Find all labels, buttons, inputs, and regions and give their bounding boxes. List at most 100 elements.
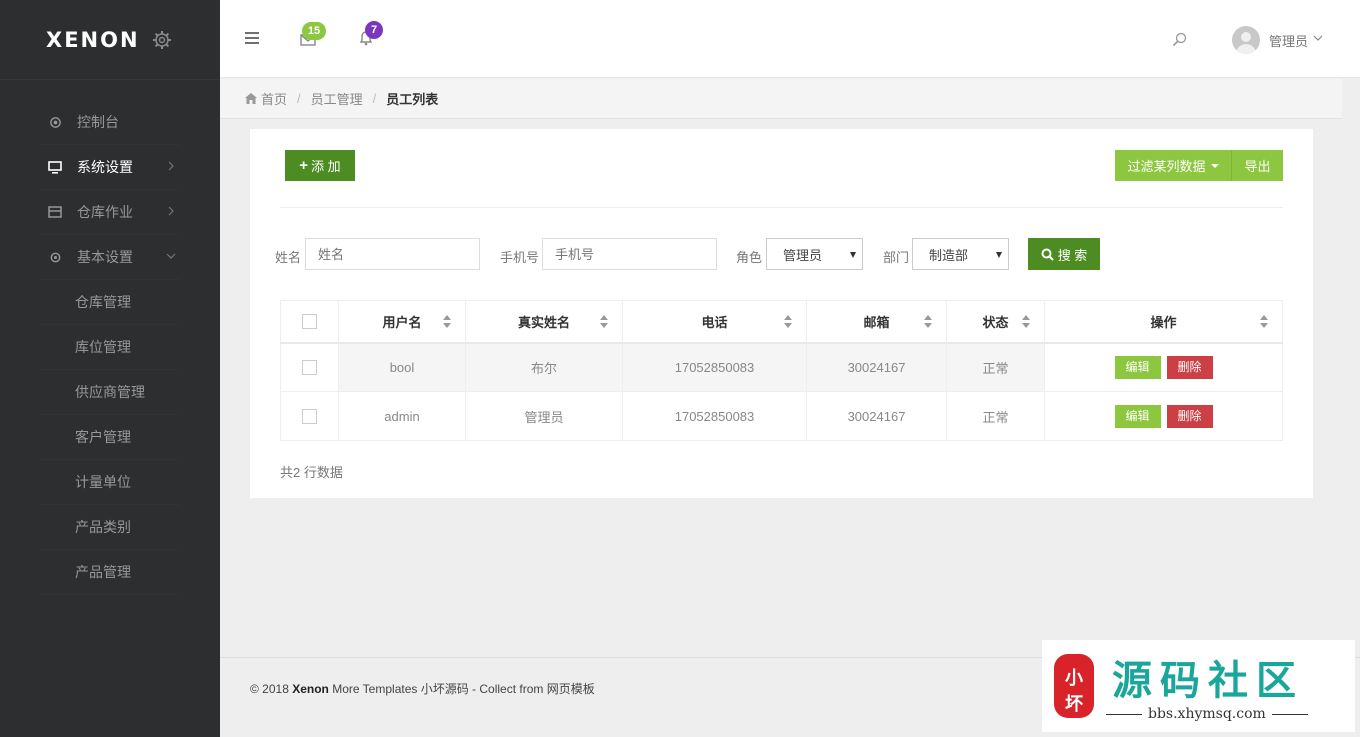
sidebar: XENON 控制台 系统设置 仓库作业 基本设置 仓库管理 库位管理 供应商管理… xyxy=(0,0,220,737)
row-checkbox[interactable] xyxy=(302,360,317,376)
dept-select[interactable]: 制造部 xyxy=(912,238,1009,270)
phone-input[interactable] xyxy=(542,238,717,270)
cell-actions: 编辑 删除 xyxy=(1044,342,1283,392)
select-all-cell xyxy=(280,300,339,344)
breadcrumb: 首页 / 员工管理 / 员工列表 xyxy=(220,79,1342,119)
col-username[interactable]: 用户名 xyxy=(338,300,466,344)
role-label: 角色 xyxy=(736,250,763,265)
cell-status: 正常 xyxy=(946,342,1045,392)
sidebar-item-label: 系统设置 xyxy=(77,159,133,175)
cell-realname: 布尔 xyxy=(465,342,623,392)
row-select-cell xyxy=(280,391,339,441)
sidebar-item-label: 基本设置 xyxy=(77,249,133,265)
logo[interactable]: XENON xyxy=(46,28,140,52)
sidebar-item-label: 仓库作业 xyxy=(77,204,133,220)
sort-icon[interactable] xyxy=(784,315,792,329)
col-email[interactable]: 邮箱 xyxy=(806,300,947,344)
hamburger-menu-icon[interactable] xyxy=(245,32,259,44)
user-name[interactable]: 管理员 xyxy=(1269,31,1308,50)
name-input[interactable] xyxy=(305,238,480,270)
add-button[interactable]: + 添 加 xyxy=(285,150,355,181)
svg-text:小: 小 xyxy=(1065,668,1083,689)
edit-button[interactable]: 编辑 xyxy=(1114,355,1161,379)
chevron-right-icon xyxy=(168,161,174,171)
dashboard-icon xyxy=(48,115,62,129)
breadcrumb-employee-mgmt[interactable]: 员工管理 xyxy=(311,89,363,108)
top-header: 15 7 管理员 xyxy=(220,0,1360,78)
sidebar-menu: 控制台 系统设置 仓库作业 基本设置 仓库管理 库位管理 供应商管理 客户管理 xyxy=(0,100,220,595)
cell-status: 正常 xyxy=(946,391,1045,441)
chevron-right-icon xyxy=(168,206,174,216)
gear-icon xyxy=(48,250,62,264)
notification-badge: 7 xyxy=(365,21,383,39)
role-select[interactable]: 管理员 xyxy=(766,238,863,270)
sidebar-item-label: 控制台 xyxy=(77,114,119,130)
cell-username: bool xyxy=(338,342,466,392)
employee-table: 用户名 真实姓名 电话 邮箱 状态 操作 bool 布尔 17052850083… xyxy=(280,300,1283,441)
footer-copyright: © 2018 Xenon More Templates 小坏源码 - Colle… xyxy=(250,682,595,696)
phone-label: 手机号 xyxy=(500,250,540,265)
delete-button[interactable]: 删除 xyxy=(1166,404,1213,428)
edit-button[interactable]: 编辑 xyxy=(1114,404,1161,428)
sidebar-subitem-unit[interactable]: 计量单位 xyxy=(40,460,180,505)
select-arrow-icon xyxy=(996,252,1002,258)
export-button[interactable]: 导出 xyxy=(1232,150,1283,181)
name-label: 姓名 xyxy=(275,250,302,265)
cell-email: 30024167 xyxy=(806,391,947,441)
cell-realname: 管理员 xyxy=(465,391,623,441)
sidebar-subitem-category[interactable]: 产品类别 xyxy=(40,505,180,550)
plus-icon: + xyxy=(299,157,309,174)
divider xyxy=(280,207,1283,208)
sort-icon[interactable] xyxy=(600,315,608,329)
table-header-row: 用户名 真实姓名 电话 邮箱 状态 操作 xyxy=(280,300,1283,344)
row-count: 共2 行数据 xyxy=(280,465,343,480)
sort-icon[interactable] xyxy=(924,315,932,329)
search-icon[interactable] xyxy=(1172,32,1187,47)
sidebar-subitem-warehouse[interactable]: 仓库管理 xyxy=(40,280,180,325)
col-phone[interactable]: 电话 xyxy=(622,300,807,344)
delete-button[interactable]: 删除 xyxy=(1166,355,1213,379)
filter-columns-button[interactable]: 过滤某列数据 xyxy=(1115,150,1232,181)
sort-icon[interactable] xyxy=(443,315,451,329)
logo-bar: XENON xyxy=(0,0,220,80)
sort-icon[interactable] xyxy=(1022,315,1030,329)
sidebar-item-basic-settings[interactable]: 基本设置 xyxy=(40,235,180,280)
avatar[interactable] xyxy=(1232,26,1260,54)
home-icon xyxy=(245,93,257,104)
select-all-checkbox[interactable] xyxy=(302,314,317,330)
settings-gear-icon[interactable] xyxy=(152,30,172,50)
sidebar-subitem-product[interactable]: 产品管理 xyxy=(40,550,180,595)
employee-list-panel: +添 加 过滤某列数据 导出 姓名 手机号 角色 管理员 部门 制造部 搜 索 … xyxy=(250,129,1313,498)
sidebar-subitem-location[interactable]: 库位管理 xyxy=(40,325,180,370)
col-realname[interactable]: 真实姓名 xyxy=(465,300,623,344)
row-checkbox[interactable] xyxy=(302,409,317,425)
dept-select-value: 制造部 xyxy=(929,247,969,263)
sidebar-subitem-customer[interactable]: 客户管理 xyxy=(40,415,180,460)
cell-email: 30024167 xyxy=(806,342,947,392)
cell-phone: 17052850083 xyxy=(622,342,807,392)
footer-brand: Xenon xyxy=(292,682,329,696)
role-select-value: 管理员 xyxy=(783,247,823,263)
row-select-cell xyxy=(280,342,339,392)
chevron-down-icon[interactable] xyxy=(1313,34,1323,42)
breadcrumb-current: 员工列表 xyxy=(386,92,439,107)
sort-icon[interactable] xyxy=(1260,315,1268,329)
cell-phone: 17052850083 xyxy=(622,391,807,441)
storage-icon xyxy=(48,205,62,219)
cell-username: admin xyxy=(338,391,466,441)
sidebar-item-dashboard[interactable]: 控制台 xyxy=(40,100,180,145)
sidebar-item-system-settings[interactable]: 系统设置 xyxy=(40,145,180,190)
sidebar-item-warehouse-ops[interactable]: 仓库作业 xyxy=(40,190,180,235)
cell-actions: 编辑 删除 xyxy=(1044,391,1283,441)
breadcrumb-home[interactable]: 首页 xyxy=(261,89,287,108)
watermark-url: bbs.xhymsq.com xyxy=(1106,706,1308,722)
breadcrumb-separator: / xyxy=(372,91,377,106)
breadcrumb-separator: / xyxy=(297,91,301,106)
watermark: 小 坏 源码社区 bbs.xhymsq.com xyxy=(1042,640,1355,732)
search-button[interactable]: 搜 索 xyxy=(1028,238,1100,270)
monitor-icon xyxy=(48,160,62,174)
col-actions[interactable]: 操作 xyxy=(1044,300,1283,344)
sidebar-subitem-supplier[interactable]: 供应商管理 xyxy=(40,370,180,415)
mail-badge: 15 xyxy=(302,22,326,40)
col-status[interactable]: 状态 xyxy=(946,300,1045,344)
